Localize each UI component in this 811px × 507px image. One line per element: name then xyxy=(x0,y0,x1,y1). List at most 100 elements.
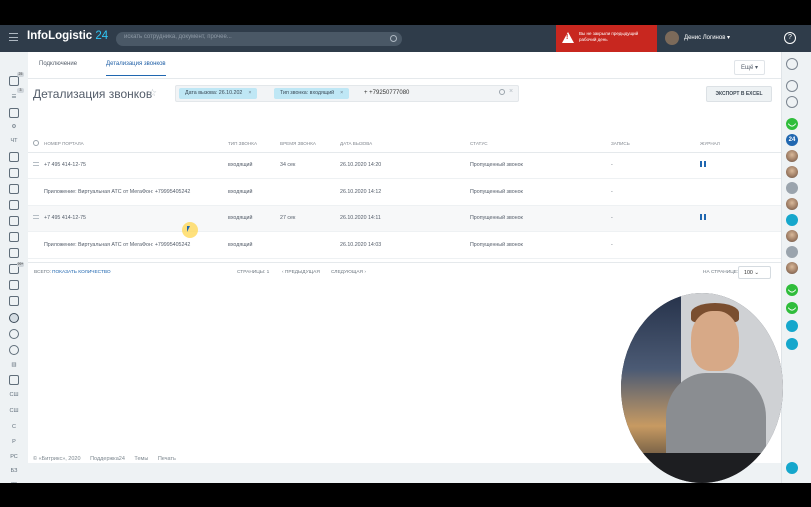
news-icon[interactable] xyxy=(9,76,19,86)
gear-icon[interactable] xyxy=(33,140,39,147)
tab-connection[interactable]: Подключение xyxy=(39,61,77,67)
shop-icon[interactable] xyxy=(9,216,19,226)
logo[interactable]: InfoLogistic 24 xyxy=(27,30,108,42)
print-link[interactable]: Печать xyxy=(158,456,176,462)
col-call-time[interactable]: ВРЕМЯ ЗВОНКА xyxy=(280,136,340,153)
avatar[interactable] xyxy=(786,166,798,178)
sidebar-label-2[interactable]: СШ xyxy=(9,390,19,400)
search-icon[interactable] xyxy=(390,35,397,42)
left-sidebar: 25 ☰ 3 ⚙ ЧТ 99+ ▥ СШ СШ С Р РС БЗ ЗГ НТ xyxy=(0,52,28,483)
table-row[interactable]: Приложение: Виртуальная АТС от МегаФон: … xyxy=(28,178,781,206)
call-icon[interactable] xyxy=(786,320,798,332)
mail-icon[interactable] xyxy=(9,232,19,242)
workday-alert[interactable]: ! Вы не закрыли предыдущий рабочий день xyxy=(556,25,657,52)
export-excel-button[interactable]: ЭКСПОРТ В EXCEL xyxy=(706,86,772,102)
cell-record: - xyxy=(611,152,700,179)
log-icon[interactable] xyxy=(700,161,706,168)
documents-icon[interactable] xyxy=(9,248,19,258)
support-link[interactable]: Поддержка24 xyxy=(90,456,125,462)
avatar[interactable] xyxy=(786,262,798,274)
crm-icon[interactable] xyxy=(9,184,19,194)
sidebar-label-6[interactable]: РС xyxy=(9,452,19,462)
log-icon[interactable] xyxy=(700,214,706,221)
lock-icon[interactable] xyxy=(786,118,798,130)
show-count-link[interactable]: ПОКАЗАТЬ КОЛИЧЕСТВО xyxy=(52,270,111,275)
table-row[interactable]: +7 495 414-12-75 входящий 27 сек 26.10.2… xyxy=(28,205,781,232)
telephony-icon[interactable] xyxy=(9,313,19,323)
logo-24: 24 xyxy=(95,30,109,42)
sidebar-label-3[interactable]: СШ xyxy=(9,406,19,416)
cell-call-date: 26.10.2020 14:03 xyxy=(340,231,470,259)
call-icon[interactable] xyxy=(786,462,798,474)
time-icon[interactable] xyxy=(9,329,19,339)
notifications-icon[interactable] xyxy=(786,58,798,70)
table-row[interactable]: Приложение: Виртуальная АТС от МегаФон: … xyxy=(28,231,781,259)
more-button[interactable]: Ещё ▾ xyxy=(734,60,765,75)
grid-icon[interactable] xyxy=(9,296,19,306)
badge: 25 xyxy=(17,72,24,77)
sites-icon[interactable] xyxy=(9,200,19,210)
col-call-type[interactable]: ТИП ЗВОНКА xyxy=(228,136,280,153)
search-icon[interactable] xyxy=(786,80,798,92)
tab-call-details[interactable]: Детализация звонков xyxy=(106,61,166,76)
chat-icon[interactable] xyxy=(9,108,19,118)
tasks-icon[interactable]: ☰ xyxy=(9,92,19,102)
avatar[interactable] xyxy=(786,230,798,242)
open-lines-icon[interactable] xyxy=(786,96,798,108)
filter-chip-date[interactable]: Дата вызова: 26.10.202 × xyxy=(179,88,258,99)
filter-bar[interactable]: Дата вызова: 26.10.202 × Тип звонка: вход… xyxy=(175,85,519,102)
filter-search-text[interactable]: + +79250777080 xyxy=(364,90,409,96)
market-icon[interactable] xyxy=(9,375,19,385)
col-portal-number[interactable]: НОМЕР ПОРТАЛА xyxy=(44,136,228,153)
sidebar-label-5[interactable]: Р xyxy=(9,437,19,447)
next-page-link[interactable]: СЛЕДУЮЩАЯ › xyxy=(331,270,366,275)
settings-icon[interactable]: ⚙ xyxy=(9,122,19,132)
clear-icon[interactable]: × xyxy=(509,88,513,95)
cell-status: Пропущенный звонок xyxy=(470,205,611,232)
pagination-bar: ВСЕГО: ПОКАЗАТЬ КОЛИЧЕСТВО СТРАНИЦЫ: 1 ‹… xyxy=(28,262,781,282)
per-page-select[interactable]: 100 ⌄ xyxy=(738,266,771,279)
avatar[interactable] xyxy=(786,182,798,194)
col-log[interactable]: ЖУРНАЛ xyxy=(700,136,781,153)
table-header-row: НОМЕР ПОРТАЛА ТИП ЗВОНКА ВРЕМЯ ЗВОНКА ДА… xyxy=(28,136,781,153)
search-input[interactable]: искать сотрудника, документ, прочее... xyxy=(116,32,402,46)
table-settings[interactable] xyxy=(28,136,44,153)
sidebar-label-8[interactable]: ЗГ xyxy=(9,480,19,483)
close-icon[interactable]: × xyxy=(340,90,343,96)
calls-table: НОМЕР ПОРТАЛА ТИП ЗВОНКА ВРЕМЯ ЗВОНКА ДА… xyxy=(28,136,781,259)
call-icon[interactable] xyxy=(786,302,798,314)
avatar[interactable] xyxy=(786,150,798,162)
avatar[interactable] xyxy=(786,214,798,226)
analytics-icon[interactable] xyxy=(9,345,19,355)
bitrix24-icon[interactable]: 24 xyxy=(786,134,798,146)
apps-icon[interactable] xyxy=(9,280,19,290)
row-menu-icon[interactable] xyxy=(33,215,39,220)
call-icon[interactable] xyxy=(786,338,798,350)
table-row[interactable]: +7 495 414-12-75 входящий 34 сек 26.10.2… xyxy=(28,152,781,179)
avatar[interactable] xyxy=(786,198,798,210)
avatar[interactable] xyxy=(786,246,798,258)
prev-page-link[interactable]: ‹ ПРЕДЫДУЩАЯ xyxy=(282,270,320,275)
cell-call-date: 26.10.2020 14:11 xyxy=(340,205,470,232)
row-menu-icon[interactable] xyxy=(33,162,39,167)
themes-link[interactable]: Темы xyxy=(134,456,148,462)
calendar-icon[interactable] xyxy=(9,152,19,162)
col-record[interactable]: ЗАПИСЬ xyxy=(611,136,700,153)
sidebar-label-7[interactable]: БЗ xyxy=(9,466,19,476)
search-icon[interactable] xyxy=(499,89,505,95)
close-icon[interactable]: × xyxy=(248,90,251,96)
cell-record: - xyxy=(611,231,700,259)
per-page-label: НА СТРАНИЦЕ: xyxy=(703,270,739,275)
filter-chip-type[interactable]: Тип звонка: входящий × xyxy=(274,88,350,99)
sidebar-label-1[interactable]: ЧТ xyxy=(9,136,19,146)
call-icon[interactable] xyxy=(786,284,798,296)
disk-icon[interactable] xyxy=(9,168,19,178)
help-icon[interactable]: ? xyxy=(784,32,796,44)
chart-icon[interactable]: ▥ xyxy=(9,360,19,370)
menu-icon[interactable] xyxy=(9,33,18,41)
star-icon[interactable]: ☆ xyxy=(148,88,157,99)
col-call-date[interactable]: ДАТА ВЫЗОВА xyxy=(340,136,470,153)
col-status[interactable]: СТАТУС xyxy=(470,136,611,153)
webcam-overlay xyxy=(621,293,783,483)
sidebar-label-4[interactable]: С xyxy=(9,422,19,432)
